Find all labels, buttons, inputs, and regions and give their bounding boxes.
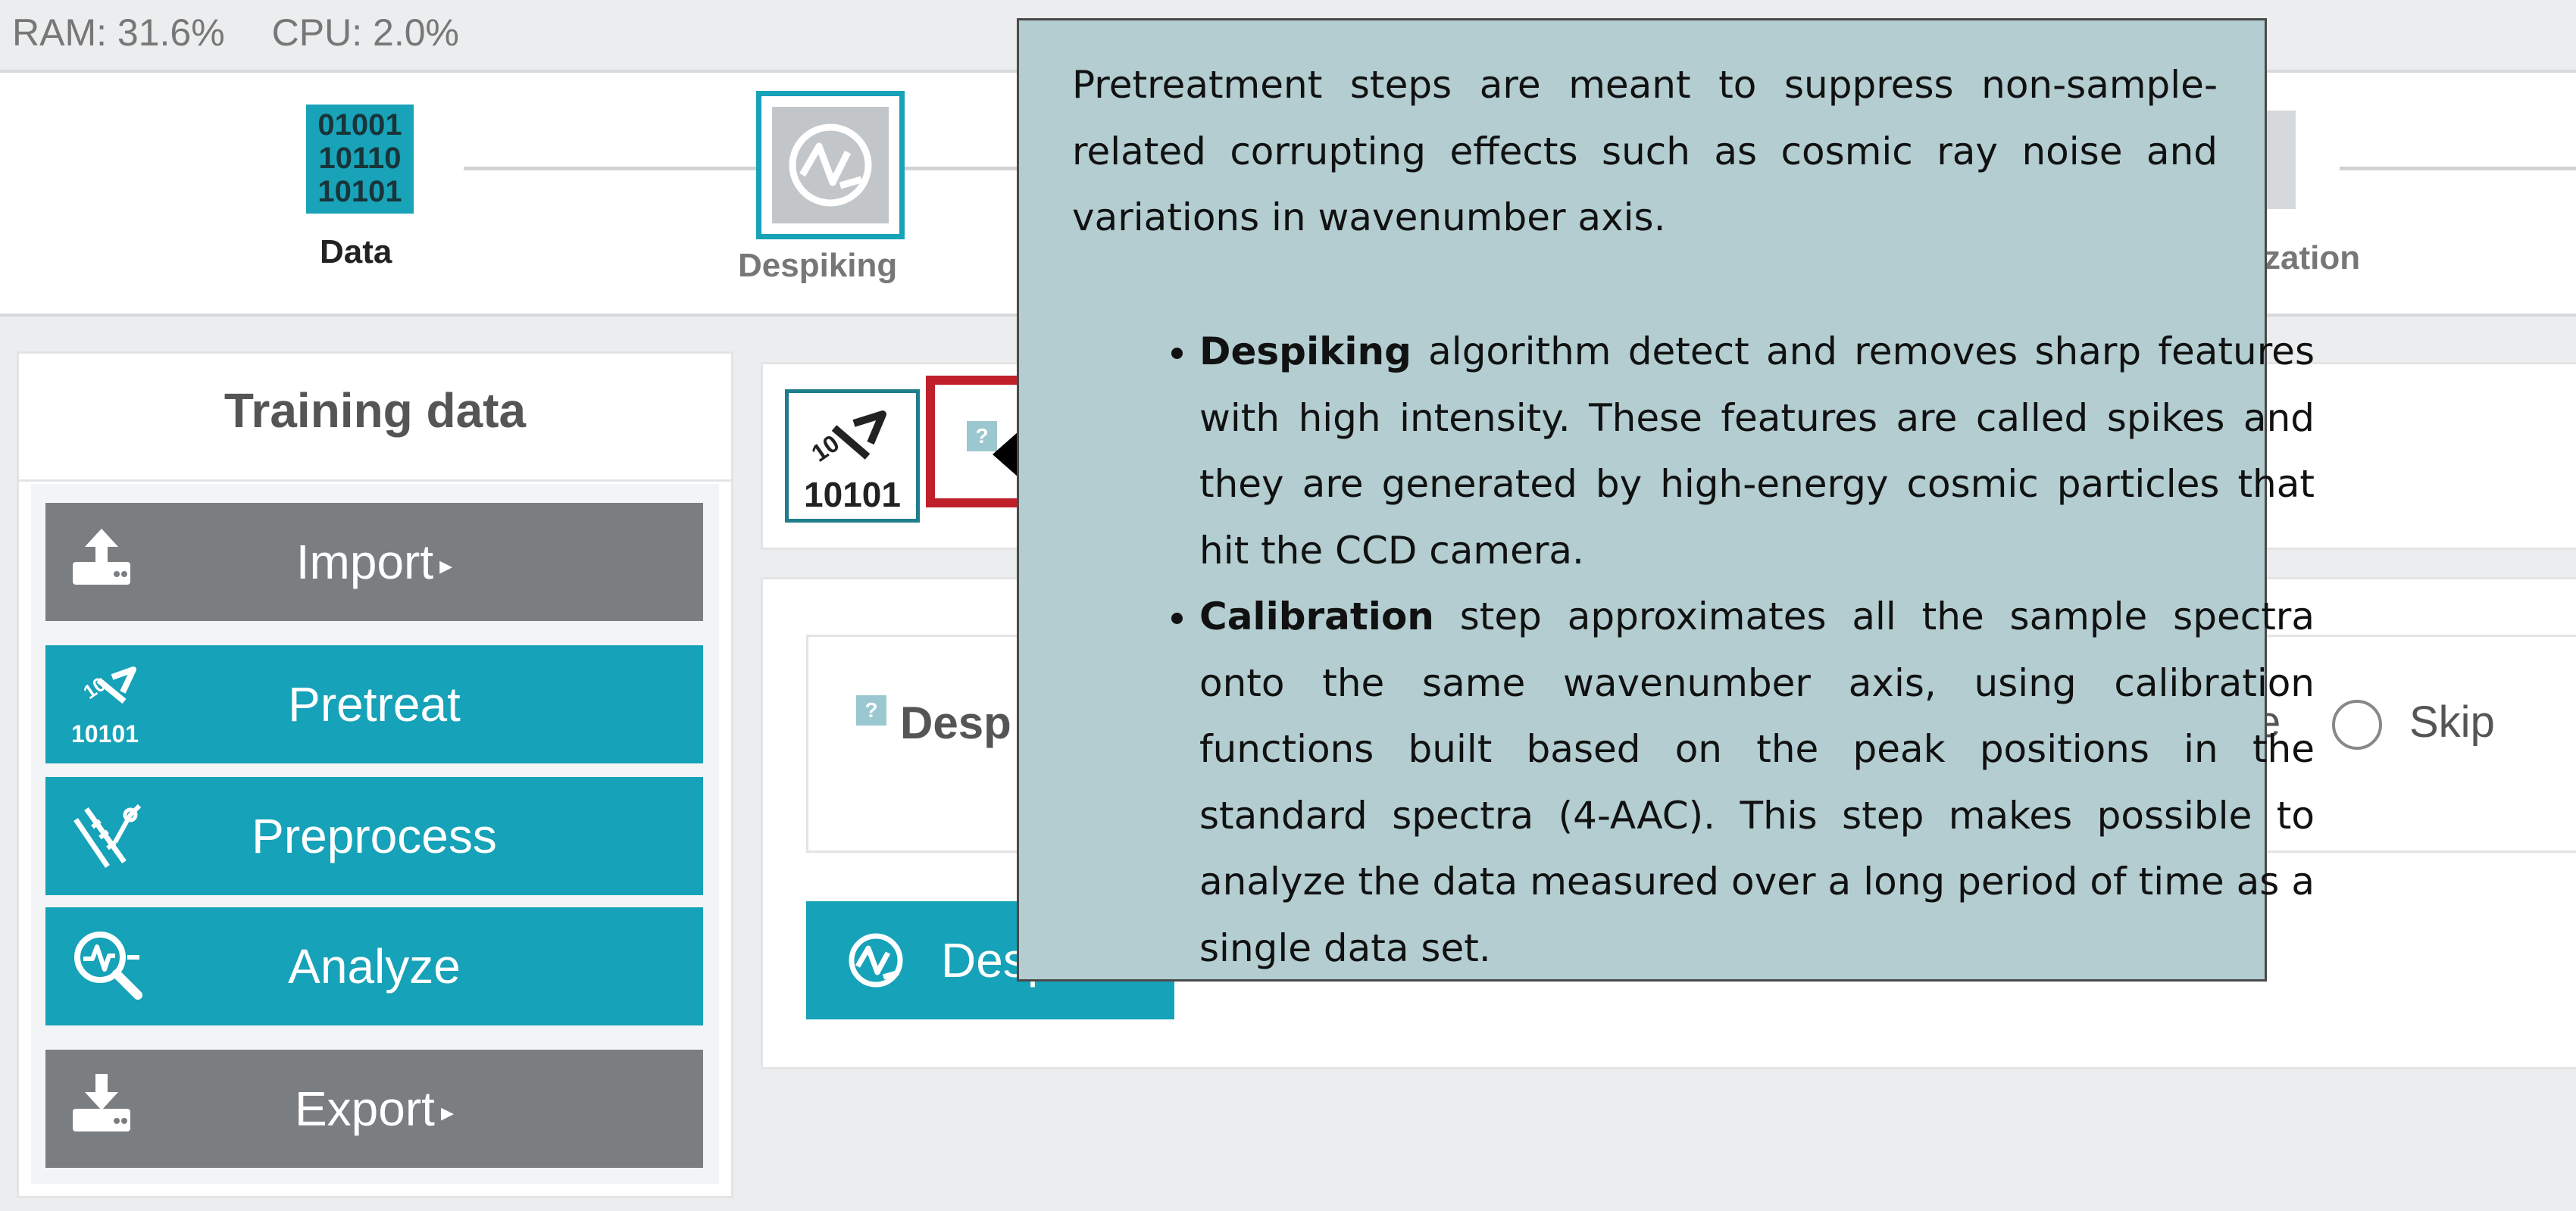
- pipeline-connector: [464, 167, 1024, 170]
- ram-usage: RAM: 31.6%: [12, 11, 225, 54]
- step-label-data: Data: [320, 233, 392, 270]
- pretreat-glyph: 10 10101: [804, 410, 901, 514]
- tooltip-item-calibration: Calibration step approximates all the sa…: [1199, 584, 2315, 982]
- preprocess-button[interactable]: Preprocess: [45, 777, 703, 895]
- despiking-option-label: Desp: [900, 698, 1011, 748]
- step-label-despiking: Despiking: [738, 247, 898, 284]
- panel-title: Training data: [19, 354, 731, 482]
- analyze-button[interactable]: Analyze: [45, 907, 703, 1025]
- svg-text:10101: 10101: [804, 475, 901, 514]
- import-label: Import: [295, 535, 434, 589]
- pretreat-button[interactable]: 10 10101 Pretreat: [45, 645, 703, 763]
- help-icon[interactable]: ?: [856, 695, 886, 726]
- binary-data-glyph: 01001 10110 10101: [317, 108, 402, 208]
- skip-radio[interactable]: [2332, 700, 2382, 750]
- tooltip-intro: Pretreatment steps are meant to suppress…: [1072, 63, 2218, 239]
- tooltip-list: Despiking algorithm detect and removes s…: [1102, 319, 2315, 982]
- tooltip-item-despiking: Despiking algorithm detect and removes s…: [1199, 319, 2315, 584]
- pretreatment-help-tooltip: Pretreatment steps are meant to suppress…: [1017, 18, 2315, 982]
- step-label-normalization: zation: [2264, 239, 2361, 276]
- export-button[interactable]: Export ▸: [45, 1050, 703, 1168]
- preprocess-label: Preprocess: [252, 809, 497, 863]
- submenu-arrow-icon: ▸: [440, 1098, 455, 1128]
- status-bar: RAM: 31.6% CPU: 2.0%: [12, 11, 459, 55]
- import-button[interactable]: Import ▸: [45, 503, 703, 621]
- cpu-usage: CPU: 2.0%: [271, 11, 459, 54]
- skip-label: Skip: [2409, 698, 2495, 747]
- pretreat-label: Pretreat: [288, 677, 461, 732]
- svg-text:01001: 01001: [317, 108, 402, 142]
- export-label: Export: [294, 1081, 435, 1136]
- analyze-label: Analyze: [288, 939, 461, 994]
- pretreat-icon: 10 10101: [785, 389, 920, 523]
- pipeline-connector: [2340, 167, 2576, 170]
- despiking-icon: [849, 933, 903, 988]
- despiking-glyph: [789, 123, 872, 207]
- despiking-icon[interactable]: [756, 91, 905, 239]
- submenu-arrow-icon: ▸: [439, 551, 453, 581]
- binary-data-icon[interactable]: 01001 10110 10101: [306, 105, 414, 214]
- svg-text:10110: 10110: [318, 142, 401, 175]
- svg-text:10101: 10101: [317, 175, 402, 208]
